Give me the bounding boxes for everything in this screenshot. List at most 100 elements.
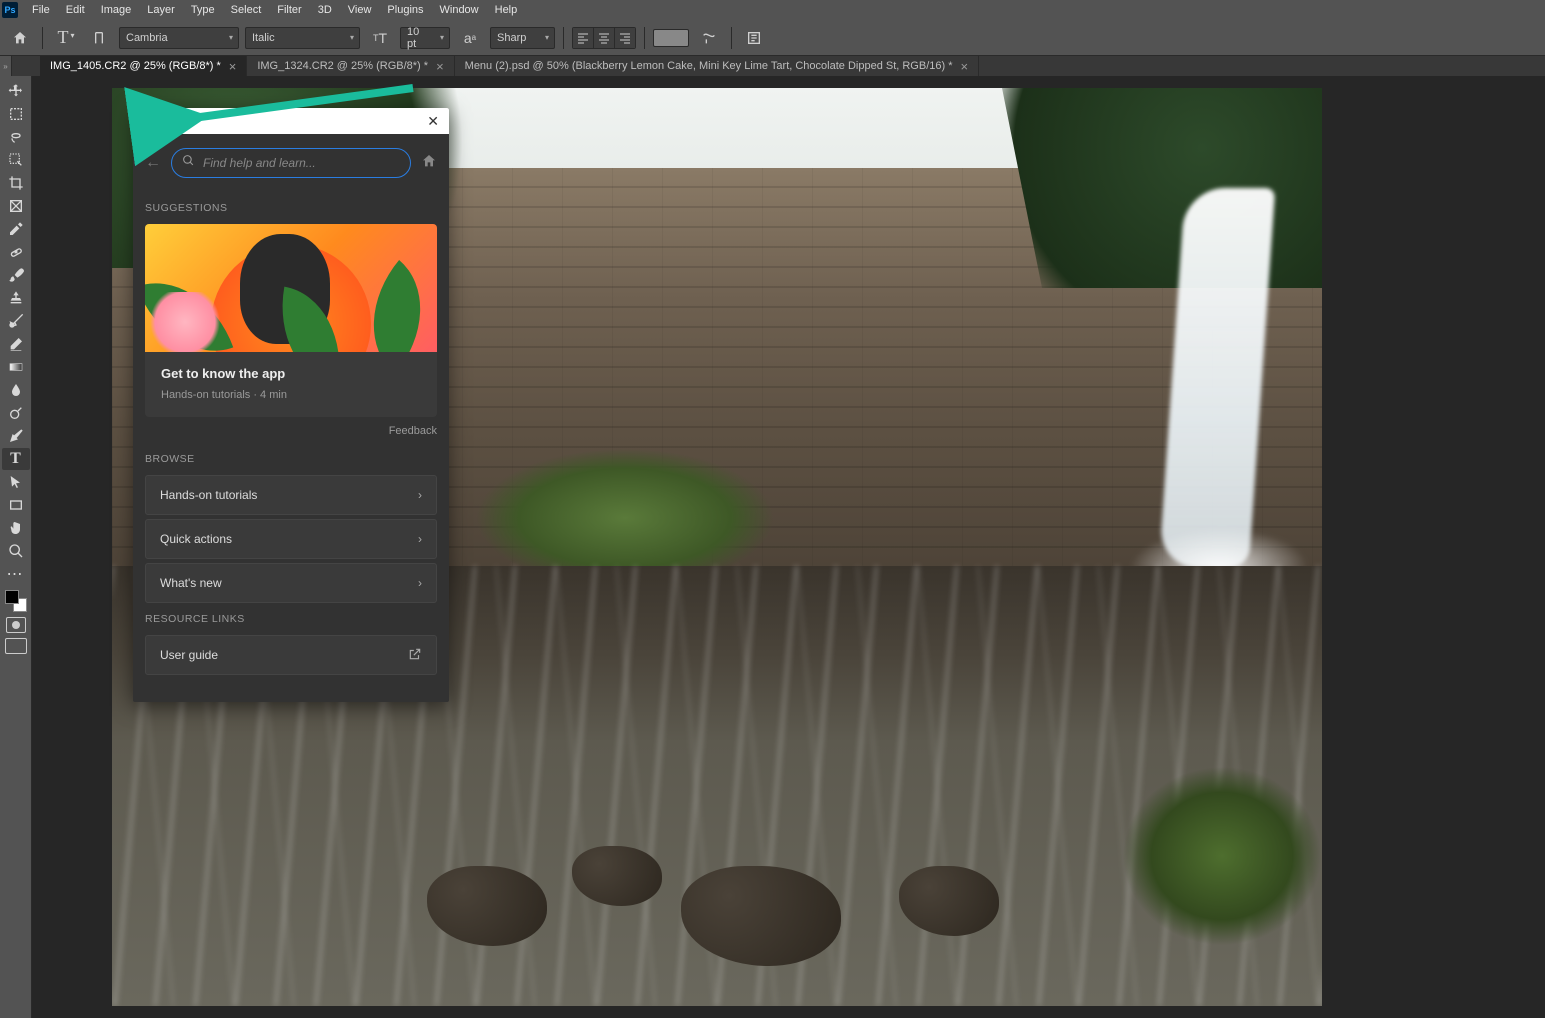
discover-search-row: ← bbox=[133, 134, 449, 192]
document-tab-bar: IMG_1405.CR2 @ 25% (RGB/8*) * × IMG_1324… bbox=[12, 56, 1545, 76]
suggestion-card[interactable]: Get to know the app Hands-on tutorials ·… bbox=[145, 224, 437, 417]
text-orientation-toggle[interactable] bbox=[85, 24, 113, 52]
current-tool-indicator[interactable]: T▾ bbox=[51, 24, 79, 52]
menu-window[interactable]: Window bbox=[432, 2, 487, 18]
text-align-group bbox=[572, 27, 636, 49]
history-brush-tool[interactable] bbox=[2, 310, 30, 332]
antialias-dropdown[interactable]: Sharp bbox=[490, 27, 555, 49]
browse-label: BROWSE bbox=[145, 453, 437, 465]
discover-body[interactable]: SUGGESTIONS Get to know the app Hands-on… bbox=[133, 192, 449, 702]
close-tab-icon[interactable]: × bbox=[436, 59, 444, 74]
menu-layer[interactable]: Layer bbox=[139, 2, 183, 18]
discover-panel: Discover ✕ ← SUGGESTIONS Get to know the… bbox=[133, 108, 449, 702]
gradient-tool[interactable] bbox=[2, 356, 30, 378]
rectangular-marquee-tool[interactable] bbox=[2, 103, 30, 125]
close-tab-icon[interactable]: × bbox=[229, 59, 237, 74]
hand-tool[interactable] bbox=[2, 517, 30, 539]
document-tab[interactable]: Menu (2).psd @ 50% (Blackberry Lemon Cak… bbox=[455, 56, 979, 76]
menu-image[interactable]: Image bbox=[93, 2, 140, 18]
foreground-background-colors[interactable] bbox=[5, 590, 27, 612]
home-icon[interactable] bbox=[421, 153, 437, 174]
eyedropper-tool[interactable] bbox=[2, 218, 30, 240]
edit-toolbar-button[interactable]: ⋯ bbox=[2, 563, 30, 585]
align-left-button[interactable] bbox=[573, 28, 593, 48]
dodge-tool[interactable] bbox=[2, 402, 30, 424]
font-size-dropdown[interactable]: 10 pt bbox=[400, 27, 450, 49]
search-input[interactable] bbox=[203, 156, 400, 170]
menu-3d[interactable]: 3D bbox=[310, 2, 340, 18]
antialias-icon: aa bbox=[456, 24, 484, 52]
search-icon bbox=[182, 154, 195, 172]
warp-text-button[interactable] bbox=[695, 24, 723, 52]
feedback-link[interactable]: Feedback bbox=[145, 425, 437, 437]
separator bbox=[563, 27, 564, 49]
tools-panel: T ⋯ bbox=[0, 76, 32, 1018]
antialias-value: Sharp bbox=[497, 32, 526, 44]
spot-healing-tool[interactable] bbox=[2, 241, 30, 263]
menu-type[interactable]: Type bbox=[183, 2, 223, 18]
resource-item-label: User guide bbox=[160, 648, 218, 662]
align-right-button[interactable] bbox=[615, 28, 635, 48]
browse-whats-new[interactable]: What's new › bbox=[145, 563, 437, 603]
menu-bar: Ps File Edit Image Layer Type Select Fil… bbox=[0, 0, 1545, 20]
menu-file[interactable]: File bbox=[24, 2, 58, 18]
font-style-value: Italic bbox=[252, 32, 275, 44]
align-center-button[interactable] bbox=[594, 28, 614, 48]
text-color-swatch[interactable] bbox=[653, 29, 689, 47]
document-tab[interactable]: IMG_1405.CR2 @ 25% (RGB/8*) * × bbox=[40, 56, 247, 76]
move-tool[interactable] bbox=[2, 80, 30, 102]
menu-edit[interactable]: Edit bbox=[58, 2, 93, 18]
resource-user-guide[interactable]: User guide bbox=[145, 635, 437, 675]
clone-stamp-tool[interactable] bbox=[2, 287, 30, 309]
expand-panels-button[interactable]: » bbox=[0, 56, 12, 76]
type-tool[interactable]: T bbox=[2, 448, 30, 470]
pen-tool[interactable] bbox=[2, 425, 30, 447]
tab-label: Menu (2).psd @ 50% (Blackberry Lemon Cak… bbox=[465, 60, 953, 72]
browse-quick-actions[interactable]: Quick actions › bbox=[145, 519, 437, 559]
back-icon[interactable]: ← bbox=[145, 154, 161, 172]
zoom-tool[interactable] bbox=[2, 540, 30, 562]
separator bbox=[644, 27, 645, 49]
menu-select[interactable]: Select bbox=[223, 2, 270, 18]
menu-view[interactable]: View bbox=[340, 2, 380, 18]
close-icon[interactable]: ✕ bbox=[427, 113, 439, 130]
suggestion-title: Get to know the app bbox=[161, 366, 421, 381]
eraser-tool[interactable] bbox=[2, 333, 30, 355]
quick-mask-toggle[interactable] bbox=[6, 617, 26, 633]
font-family-value: Cambria bbox=[126, 32, 168, 44]
font-style-dropdown[interactable]: Italic bbox=[245, 27, 360, 49]
document-tab[interactable]: IMG_1324.CR2 @ 25% (RGB/8*) * × bbox=[247, 56, 454, 76]
object-selection-tool[interactable] bbox=[2, 149, 30, 171]
tab-label: IMG_1324.CR2 @ 25% (RGB/8*) * bbox=[257, 60, 428, 72]
screen-mode-button[interactable] bbox=[5, 638, 27, 654]
browse-hands-on-tutorials[interactable]: Hands-on tutorials › bbox=[145, 475, 437, 515]
menu-filter[interactable]: Filter bbox=[269, 2, 309, 18]
discover-title: Discover bbox=[143, 114, 190, 128]
brush-tool[interactable] bbox=[2, 264, 30, 286]
menu-help[interactable]: Help bbox=[487, 2, 526, 18]
suggestion-thumbnail bbox=[145, 224, 437, 352]
lasso-tool[interactable] bbox=[2, 126, 30, 148]
browse-item-label: What's new bbox=[160, 576, 222, 590]
close-tab-icon[interactable]: × bbox=[961, 59, 969, 74]
chevron-right-icon: › bbox=[418, 576, 422, 590]
external-link-icon bbox=[408, 647, 422, 664]
blur-tool[interactable] bbox=[2, 379, 30, 401]
home-button[interactable] bbox=[6, 24, 34, 52]
chevron-right-icon: › bbox=[418, 532, 422, 546]
browse-item-label: Quick actions bbox=[160, 532, 232, 546]
separator bbox=[42, 27, 43, 49]
character-panel-button[interactable] bbox=[740, 24, 768, 52]
frame-tool[interactable] bbox=[2, 195, 30, 217]
search-input-wrapper[interactable] bbox=[171, 148, 411, 178]
crop-tool[interactable] bbox=[2, 172, 30, 194]
tab-label: IMG_1405.CR2 @ 25% (RGB/8*) * bbox=[50, 60, 221, 72]
rectangle-tool[interactable] bbox=[2, 494, 30, 516]
discover-header: Discover ✕ bbox=[133, 108, 449, 134]
app-icon: Ps bbox=[2, 2, 18, 18]
menu-plugins[interactable]: Plugins bbox=[379, 2, 431, 18]
font-family-dropdown[interactable]: Cambria bbox=[119, 27, 239, 49]
separator bbox=[731, 27, 732, 49]
browse-item-label: Hands-on tutorials bbox=[160, 488, 257, 502]
path-selection-tool[interactable] bbox=[2, 471, 30, 493]
